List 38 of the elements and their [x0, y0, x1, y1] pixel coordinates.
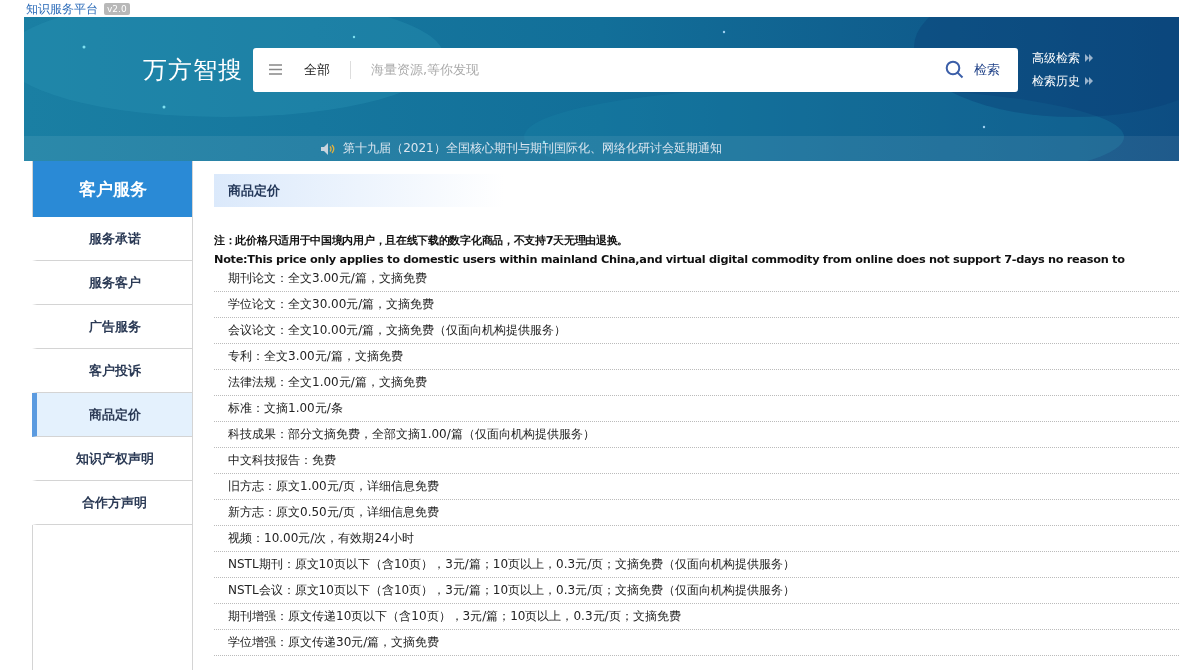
price-item: 期刊增强：原文传递10页以下（含10页），3元/篇；10页以上，0.3元/页；文摘免费	[228, 608, 681, 625]
menu-icon	[269, 64, 282, 75]
price-item: 中文科技报告：免费	[228, 452, 336, 469]
sidebar-item[interactable]: 商品定价	[32, 393, 192, 437]
brand-logo: 万方智搜	[143, 54, 244, 86]
price-item: 旧方志：原文1.00元/页，详细信息免费	[228, 478, 439, 495]
price-item: 会议论文：全文10.00元/篇，文摘免费（仅面向机构提供服务）	[228, 322, 567, 339]
price-item: NSTL期刊：原文10页以下（含10页），3元/篇；10页以上，0.3元/页；文摘免费（仅面向机构提供服务）	[228, 556, 796, 573]
sidebar-item[interactable]: 合作方声明	[32, 481, 192, 525]
price-item: 期刊论文：全文3.00元/篇，文摘免费	[228, 270, 427, 287]
sidebar-item[interactable]: 广告服务	[32, 305, 192, 349]
search-link[interactable]: 检索历史	[1032, 72, 1093, 90]
search-button[interactable]: 检索	[939, 59, 1006, 80]
sidebar-item[interactable]: 服务承诺	[32, 217, 192, 261]
price-item: 专利：全文3.00元/篇，文摘免费	[228, 348, 403, 365]
price-item: 学位增强：原文传递30元/篇，文摘免费	[228, 634, 440, 651]
price-item: 学位论文：全文30.00元/篇，文摘免费	[228, 296, 435, 313]
price-item: 法律法规：全文1.00元/篇，文摘免费	[228, 374, 427, 391]
version-badge: v2.0	[104, 2, 130, 15]
category-dropdown[interactable]: 全部	[269, 60, 351, 79]
price-item: 视频：10.00元/次，有效期24小时	[228, 530, 414, 547]
price-item: NSTL会议：原文10页以下（含10页），3元/篇；10页以上，0.3元/页；文摘免费（仅面向机构提供服务）	[228, 582, 796, 599]
search-link[interactable]: 高级检索	[1032, 49, 1093, 67]
pricing-note: 注：此价格只适用于中国境内用户，且在线下载的数字化商品，不支持7天无理由退换。	[214, 233, 629, 248]
price-item: 新方志：原文0.50元/页，详细信息免费	[228, 504, 439, 521]
double-arrow-icon	[1085, 54, 1093, 62]
site-title: 知识服务平台	[26, 2, 98, 15]
price-item: 科技成果：部分文摘免费，全部文摘1.00/篇（仅面向机构提供服务）	[228, 426, 595, 443]
sidebar-item[interactable]: 客户投诉	[32, 349, 192, 393]
double-arrow-icon	[1085, 77, 1093, 85]
search-field[interactable]: 全部 海量资源,等你发现 检索	[253, 47, 1018, 92]
speaker-icon	[321, 142, 336, 155]
sidebar-item[interactable]: 服务客户	[32, 261, 192, 305]
sidebar-title: 客户服务	[33, 161, 192, 217]
search-icon	[945, 60, 964, 79]
price-item: 标准：文摘1.00元/条	[228, 400, 343, 417]
sidebar-item[interactable]: 知识产权声明	[32, 437, 192, 481]
pricing-note: Note:This price only applies to domestic users within mainland China,and virtual digital commodity from online does not support 7-days no reason to	[214, 253, 1125, 266]
